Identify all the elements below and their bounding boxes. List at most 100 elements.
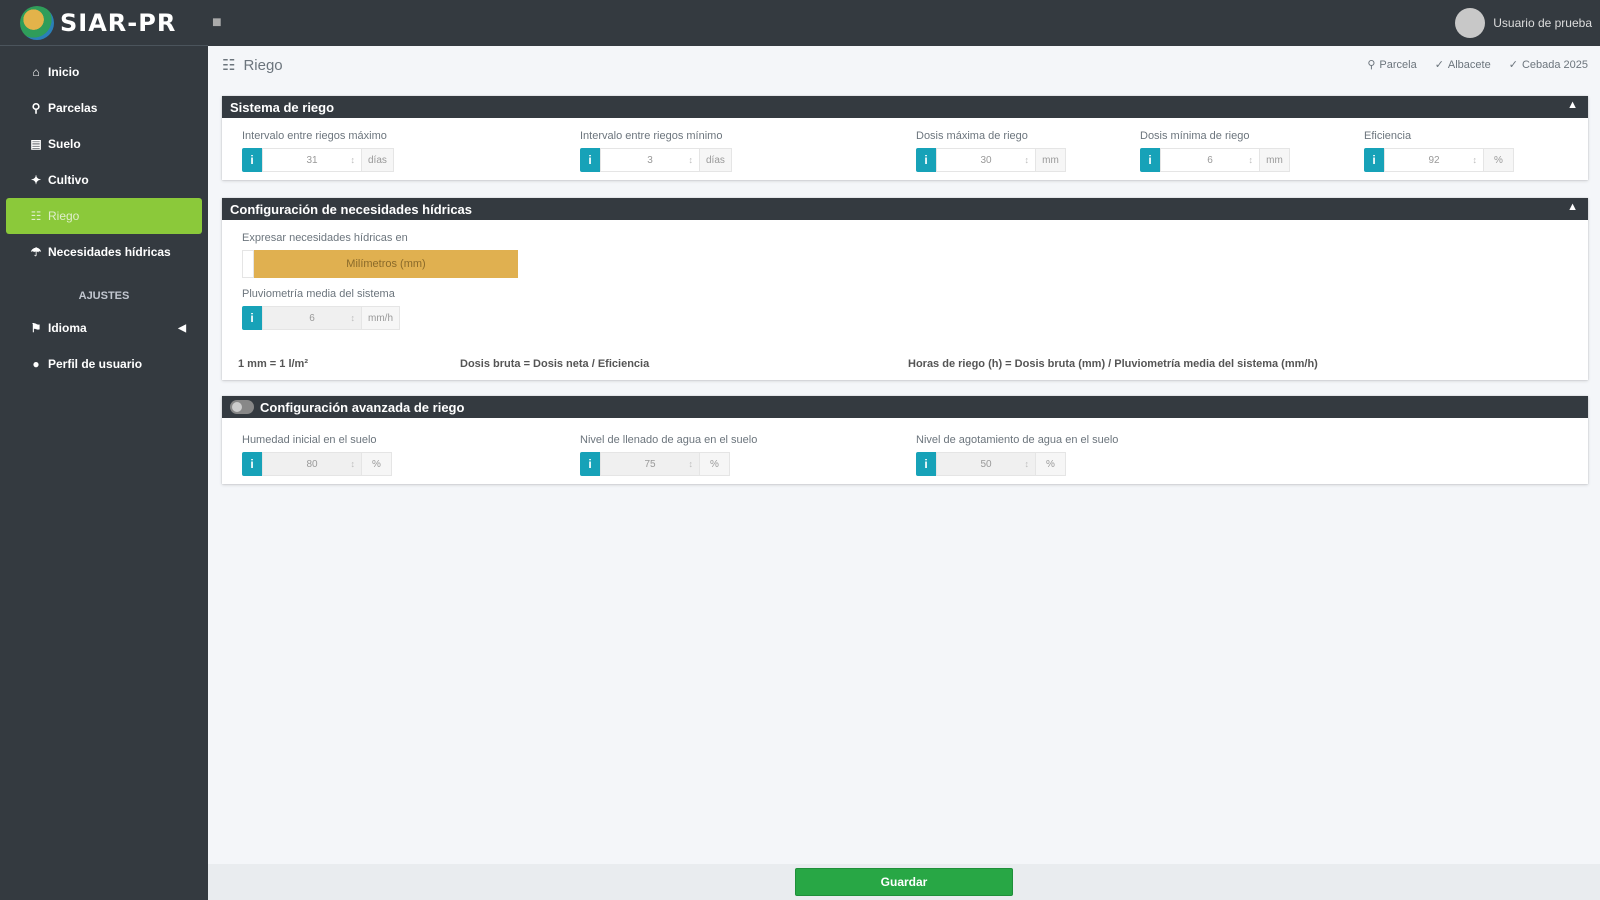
input-group: i 6 ↕ mm/h	[242, 306, 400, 330]
water-needs-icon: ☂	[30, 245, 42, 259]
breadcrumb-parcela[interactable]: ⚲ Parcela	[1367, 58, 1416, 72]
stepper-icon[interactable]: ↕	[1249, 155, 1254, 165]
stepper-icon[interactable]: ↕	[689, 459, 694, 469]
sidebar-item-parcelas[interactable]: ⚲ Parcelas	[6, 90, 202, 126]
footer-bar: Guardar	[208, 864, 1600, 900]
input-group: i 3 ↕ días	[580, 148, 732, 172]
sidebar-item-label: Suelo	[48, 137, 81, 151]
irrigation-icon: ☷	[222, 57, 236, 74]
field-eficiencia: Eficiencia i 92 ↕ %	[1364, 130, 1514, 172]
field-nivel-agotamiento: Nivel de agotamiento de agua en el suelo…	[916, 434, 1118, 476]
sidebar-item-label: Perfil de usuario	[48, 357, 143, 371]
nivel-llenado-input[interactable]: 75 ↕	[600, 452, 700, 476]
main-content: ☷ Riego ⚲ Parcela ✓ Albacete ✓ Cebada 2025 …	[208, 46, 1600, 900]
user-menu[interactable]: Usuario de prueba	[1455, 8, 1592, 38]
unit-selector-prefix	[242, 250, 254, 278]
info-icon[interactable]: i	[916, 148, 936, 172]
unit-label: mm/h	[362, 306, 400, 330]
unit-option-mm[interactable]: Milímetros (mm)	[254, 250, 518, 278]
info-icon[interactable]: i	[916, 452, 936, 476]
avatar	[1455, 8, 1486, 38]
input-value: 6	[1207, 154, 1213, 166]
input-group: i 75 ↕ %	[580, 452, 757, 476]
sidebar-item-perfil[interactable]: ● Perfil de usuario	[6, 346, 202, 382]
sidebar-item-necesidades[interactable]: ☂ Necesidades hídricas	[6, 234, 202, 270]
info-icon[interactable]: i	[580, 148, 600, 172]
input-value: 75	[644, 458, 656, 470]
sidebar-item-label: Parcelas	[48, 101, 98, 115]
info-icon[interactable]: i	[580, 452, 600, 476]
stepper-icon[interactable]: ↕	[351, 459, 356, 469]
intervalo-minimo-input[interactable]: 3 ↕	[600, 148, 700, 172]
sidebar-item-idioma[interactable]: ⚑ Idioma ◀	[6, 310, 202, 346]
map-marker-icon: ⚲	[31, 101, 41, 115]
breadcrumb: ⚲ Parcela ✓ Albacete ✓ Cebada 2025	[1367, 58, 1588, 72]
pluviometria-input[interactable]: 6 ↕	[262, 306, 362, 330]
menu-toggle-icon[interactable]: ■	[212, 14, 230, 32]
seedling-icon: ✦	[30, 173, 42, 187]
stepper-icon[interactable]: ↕	[1025, 155, 1030, 165]
formula-mm: 1 mm = 1 l/m²	[238, 358, 309, 370]
info-icon[interactable]: i	[1140, 148, 1160, 172]
save-button[interactable]: Guardar	[795, 868, 1013, 896]
sidebar-item-riego[interactable]: ☷ Riego	[6, 198, 202, 234]
dosis-minima-input[interactable]: 6 ↕	[1160, 148, 1260, 172]
unit-label: %	[362, 452, 392, 476]
sidebar-item-suelo[interactable]: ▤ Suelo	[6, 126, 202, 162]
brand[interactable]: SIAR-PR	[0, 0, 208, 46]
humedad-inicial-input[interactable]: 80 ↕	[262, 452, 362, 476]
field-label: Nivel de agotamiento de agua en el suelo	[916, 434, 1119, 446]
home-icon: ⌂	[32, 65, 40, 79]
map-marker-icon: ⚲	[1367, 59, 1376, 71]
field-label: Dosis máxima de riego	[916, 130, 1028, 142]
unit-label: días	[700, 148, 732, 172]
intervalo-maximo-input[interactable]: 31 ↕	[262, 148, 362, 172]
advanced-toggle[interactable]	[230, 400, 254, 414]
unit-label: mm	[1036, 148, 1066, 172]
info-icon[interactable]: i	[1364, 148, 1384, 172]
info-icon[interactable]: i	[242, 306, 262, 330]
input-group: i 80 ↕ %	[242, 452, 392, 476]
unit-label: mm	[1260, 148, 1290, 172]
field-humedad-inicial: Humedad inicial en el suelo i 80 ↕ %	[242, 434, 392, 476]
breadcrumb-location[interactable]: ✓ Albacete	[1434, 58, 1491, 72]
card-configuracion-avanzada: Configuración avanzada de riego Humedad …	[222, 396, 1588, 484]
field-dosis-maxima: Dosis máxima de riego i 30 ↕ mm	[916, 130, 1066, 172]
breadcrumb-crop[interactable]: ✓ Cebada 2025	[1509, 58, 1588, 72]
input-group: i 50 ↕ %	[916, 452, 1118, 476]
field-nivel-llenado: Nivel de llenado de agua en el suelo i 7…	[580, 434, 757, 476]
stepper-icon[interactable]: ↕	[351, 155, 356, 165]
sidebar-item-cultivo[interactable]: ✦ Cultivo	[6, 162, 202, 198]
nivel-agotamiento-input[interactable]: 50 ↕	[936, 452, 1036, 476]
collapse-icon[interactable]: ▲	[1567, 99, 1578, 111]
sidebar-item-label: Riego	[48, 209, 80, 223]
flag-icon: ⚑	[30, 321, 42, 335]
field-label: Intervalo entre riegos máximo	[242, 130, 387, 142]
input-value: 80	[306, 458, 318, 470]
sidebar-section-header: AJUSTES	[78, 290, 130, 302]
stepper-icon[interactable]: ↕	[1473, 155, 1478, 165]
dosis-maxima-input[interactable]: 30 ↕	[936, 148, 1036, 172]
field-label: Humedad inicial en el suelo	[242, 434, 377, 446]
info-icon[interactable]: i	[242, 148, 262, 172]
unit-selector[interactable]: Milímetros (mm)	[242, 250, 518, 278]
eficiencia-input[interactable]: 92 ↕	[1384, 148, 1484, 172]
field-label: Intervalo entre riegos mínimo	[580, 130, 723, 142]
collapse-icon[interactable]: ▲	[1567, 201, 1578, 213]
sidebar-item-label: Inicio	[48, 65, 80, 79]
location-icon: ✓	[1434, 59, 1444, 71]
stepper-icon[interactable]: ↕	[351, 313, 356, 323]
field-label: Pluviometría media del sistema	[242, 288, 395, 300]
info-icon[interactable]: i	[242, 452, 262, 476]
sidebar-item-label: Necesidades hídricas	[48, 245, 171, 259]
user-name: Usuario de prueba	[1493, 16, 1592, 30]
sidebar-item-label: Idioma	[48, 321, 87, 335]
input-value: 92	[1428, 154, 1440, 166]
unit-label: días	[362, 148, 394, 172]
stepper-icon[interactable]: ↕	[1025, 459, 1030, 469]
sidebar-item-inicio[interactable]: ⌂ Inicio	[6, 54, 202, 90]
stepper-icon[interactable]: ↕	[689, 155, 694, 165]
top-navbar: SIAR-PR ■ Usuario de prueba	[0, 0, 1600, 46]
field-dosis-minima: Dosis mínima de riego i 6 ↕ mm	[1140, 130, 1290, 172]
page-title: Riego	[243, 56, 283, 74]
